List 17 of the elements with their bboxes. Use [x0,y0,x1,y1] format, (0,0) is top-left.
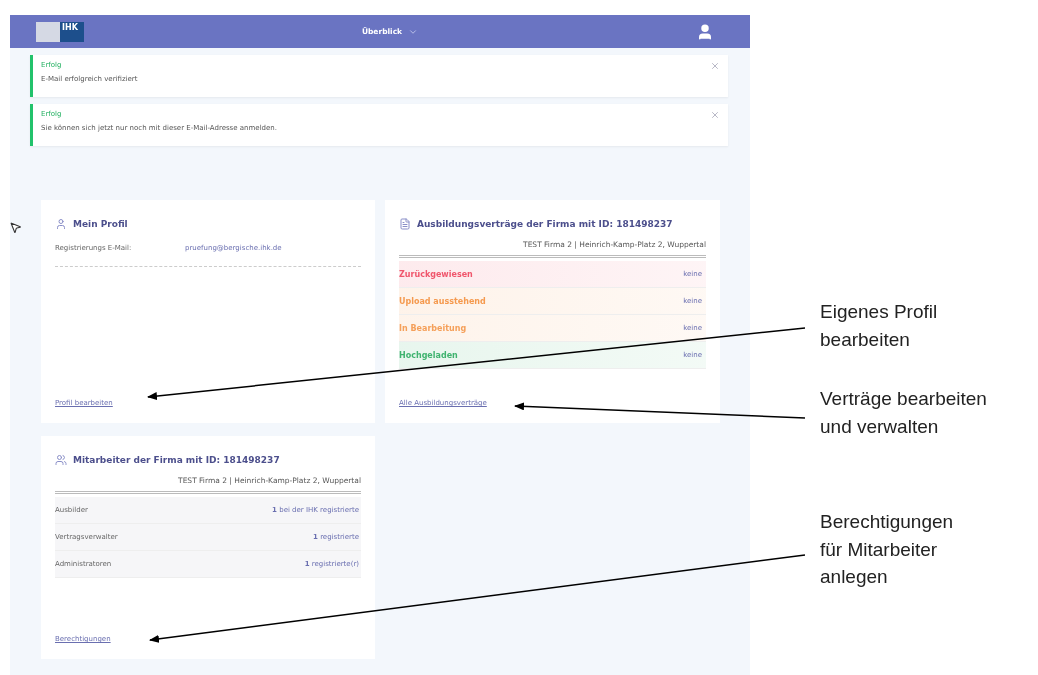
user-icon [55,218,67,230]
card-title: Mein Profil [73,219,128,229]
card-title: Mitarbeiter der Firma mit ID: 181498237 [73,455,280,465]
annotation-text: Verträge bearbeiten und verwalten [820,387,987,439]
close-icon[interactable] [710,110,720,120]
annotation-text: Eigenes Profil bearbeiten [820,300,939,352]
user-icon[interactable] [696,22,714,41]
close-icon[interactable] [710,61,720,71]
users-icon [55,454,67,466]
annotation-text: Berechtigungen für Mitarbeiter anlegen [820,510,955,590]
card-title: Ausbildungsverträge der Firma mit ID: 181498237 [417,219,673,229]
logo: IHK [36,21,84,42]
status-label: Upload ausstehend [399,296,486,306]
document-icon [399,218,411,230]
status-label: Zurückgewiesen [399,269,473,279]
status-label: Hochgeladen [399,350,458,360]
status-label: In Bearbeitung [399,323,467,333]
